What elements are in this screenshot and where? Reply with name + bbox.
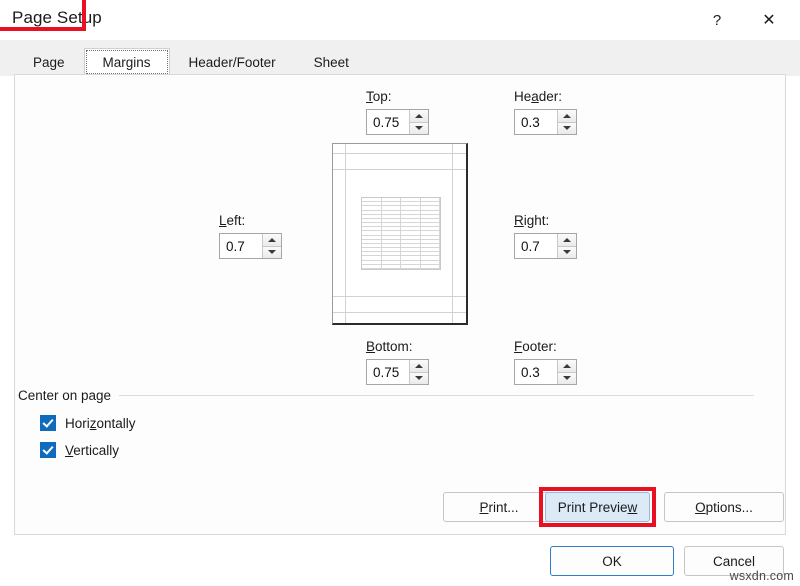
checkbox-vertically-label: Vertically bbox=[65, 443, 119, 458]
field-header: Header: 0.3 bbox=[514, 89, 577, 135]
close-icon[interactable]: ✕ bbox=[746, 0, 792, 40]
bottom-spin-buttons[interactable] bbox=[409, 360, 428, 384]
field-left: Left: 0.7 bbox=[219, 213, 282, 259]
right-input[interactable]: 0.7 bbox=[515, 234, 557, 258]
left-input[interactable]: 0.7 bbox=[220, 234, 262, 258]
options-button[interactable]: Options... bbox=[664, 492, 784, 522]
left-spin-up-icon[interactable] bbox=[263, 234, 281, 247]
field-footer: Footer: 0.3 bbox=[514, 339, 577, 385]
field-footer-label: Footer: bbox=[514, 339, 577, 354]
help-icon[interactable]: ? bbox=[694, 0, 740, 40]
checkbox-horizontally[interactable]: Horizontally bbox=[40, 415, 754, 431]
top-input[interactable]: 0.75 bbox=[367, 110, 409, 134]
left-spinner[interactable]: 0.7 bbox=[219, 233, 282, 259]
field-top-label: Top: bbox=[366, 89, 429, 104]
page-preview bbox=[332, 143, 468, 325]
checkbox-vertically-box[interactable] bbox=[40, 442, 56, 458]
top-spin-buttons[interactable] bbox=[409, 110, 428, 134]
right-spin-down-icon[interactable] bbox=[558, 247, 576, 259]
header-spin-buttons[interactable] bbox=[557, 110, 576, 134]
center-on-page-header: Center on page bbox=[18, 386, 754, 404]
tab-list: Page Margins Header/Footer Sheet bbox=[14, 44, 368, 76]
footer-spin-down-icon[interactable] bbox=[558, 373, 576, 385]
footer-spin-buttons[interactable] bbox=[557, 360, 576, 384]
center-on-page-group: Center on page Horizontally Vertically bbox=[18, 386, 754, 458]
bottom-input[interactable]: 0.75 bbox=[367, 360, 409, 384]
tab-page[interactable]: Page bbox=[14, 48, 84, 76]
page-title: Page Setup bbox=[12, 8, 102, 28]
tab-header-footer[interactable]: Header/Footer bbox=[170, 48, 295, 76]
field-top: Top: 0.75 bbox=[366, 89, 429, 135]
watermark: wsxdn.com bbox=[730, 569, 794, 583]
tab-sheet[interactable]: Sheet bbox=[295, 48, 368, 76]
header-input[interactable]: 0.3 bbox=[515, 110, 557, 134]
print-button[interactable]: Print... bbox=[443, 492, 555, 522]
header-spin-up-icon[interactable] bbox=[558, 110, 576, 123]
top-spinner[interactable]: 0.75 bbox=[366, 109, 429, 135]
left-spin-down-icon[interactable] bbox=[263, 247, 281, 259]
group-divider bbox=[119, 395, 754, 396]
right-spinner[interactable]: 0.7 bbox=[514, 233, 577, 259]
header-spinner[interactable]: 0.3 bbox=[514, 109, 577, 135]
top-spin-up-icon[interactable] bbox=[410, 110, 428, 123]
checkbox-vertically[interactable]: Vertically bbox=[40, 442, 754, 458]
field-right: Right: 0.7 bbox=[514, 213, 577, 259]
tab-margins[interactable]: Margins bbox=[84, 48, 170, 76]
right-spin-buttons[interactable] bbox=[557, 234, 576, 258]
preview-grid bbox=[361, 197, 441, 270]
top-spin-down-icon[interactable] bbox=[410, 123, 428, 135]
footer-spin-up-icon[interactable] bbox=[558, 360, 576, 373]
print-preview-button[interactable]: Print Preview bbox=[545, 492, 650, 522]
field-right-label: Right: bbox=[514, 213, 577, 228]
center-on-page-title: Center on page bbox=[18, 388, 119, 403]
footer-input[interactable]: 0.3 bbox=[515, 360, 557, 384]
field-left-label: Left: bbox=[219, 213, 282, 228]
field-bottom-label: Bottom: bbox=[366, 339, 429, 354]
bottom-spin-up-icon[interactable] bbox=[410, 360, 428, 373]
left-spin-buttons[interactable] bbox=[262, 234, 281, 258]
header-spin-down-icon[interactable] bbox=[558, 123, 576, 135]
checkbox-horizontally-box[interactable] bbox=[40, 415, 56, 431]
tab-strip: Page Margins Header/Footer Sheet bbox=[0, 40, 800, 76]
checkbox-horizontally-label: Horizontally bbox=[65, 416, 136, 431]
field-header-label: Header: bbox=[514, 89, 577, 104]
ok-button[interactable]: OK bbox=[550, 546, 674, 576]
footer-spinner[interactable]: 0.3 bbox=[514, 359, 577, 385]
title-bar: Page Setup ? ✕ bbox=[0, 0, 800, 40]
bottom-spin-down-icon[interactable] bbox=[410, 373, 428, 385]
right-spin-up-icon[interactable] bbox=[558, 234, 576, 247]
field-bottom: Bottom: 0.75 bbox=[366, 339, 429, 385]
bottom-spinner[interactable]: 0.75 bbox=[366, 359, 429, 385]
